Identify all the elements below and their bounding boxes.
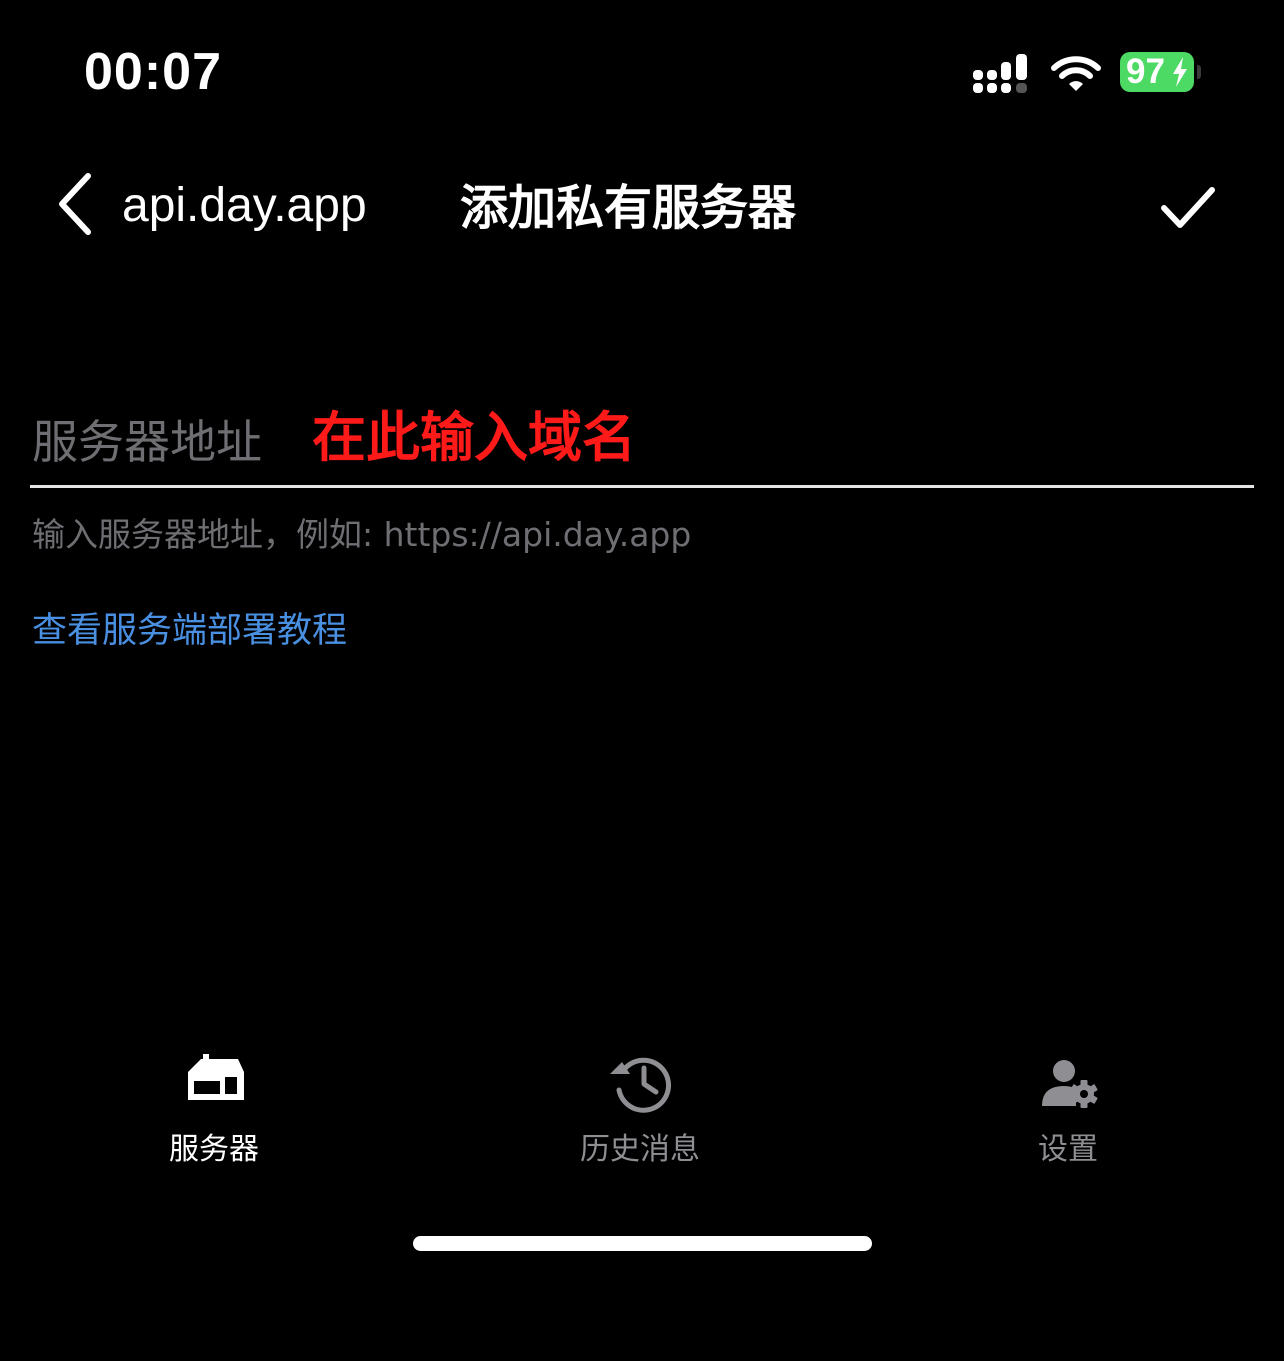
history-icon — [610, 1057, 672, 1113]
input-underline — [30, 485, 1254, 488]
page-title: 添加私有服务器 — [460, 180, 797, 236]
server-icon — [188, 1054, 244, 1100]
tab-history[interactable]: 历史消息 — [510, 1050, 770, 1180]
tab-settings[interactable]: 设置 — [938, 1050, 1198, 1180]
charging-bolt-icon — [1173, 57, 1187, 87]
back-button[interactable]: api.day.app — [46, 170, 396, 240]
tab-label-history: 历史消息 — [580, 1132, 700, 1167]
server-address-input[interactable] — [312, 402, 1212, 472]
battery-level: 97 — [1126, 52, 1165, 91]
server-address-label: 服务器地址 — [32, 415, 262, 469]
tab-servers[interactable]: 服务器 — [84, 1050, 344, 1180]
wifi-icon — [1051, 56, 1101, 91]
deployment-tutorial-link[interactable]: 查看服务端部署教程 — [32, 608, 347, 654]
battery-tip — [1197, 65, 1201, 79]
user-settings-icon — [1042, 1060, 1098, 1108]
home-indicator[interactable] — [413, 1236, 872, 1251]
cellular-signal-icon — [973, 54, 1027, 93]
tab-label-settings: 设置 — [1038, 1132, 1098, 1167]
checkmark-icon — [1161, 187, 1215, 228]
back-label: api.day.app — [122, 179, 367, 232]
confirm-button[interactable] — [1152, 178, 1224, 238]
chevron-left-icon — [59, 173, 91, 235]
tab-label-servers: 服务器 — [169, 1132, 259, 1167]
status-time: 00:07 — [84, 43, 222, 101]
helper-text: 输入服务器地址，例如: https://api.day.app — [32, 515, 692, 554]
battery-indicator: 97 — [1120, 52, 1194, 92]
status-icons: 97 — [970, 48, 1210, 100]
